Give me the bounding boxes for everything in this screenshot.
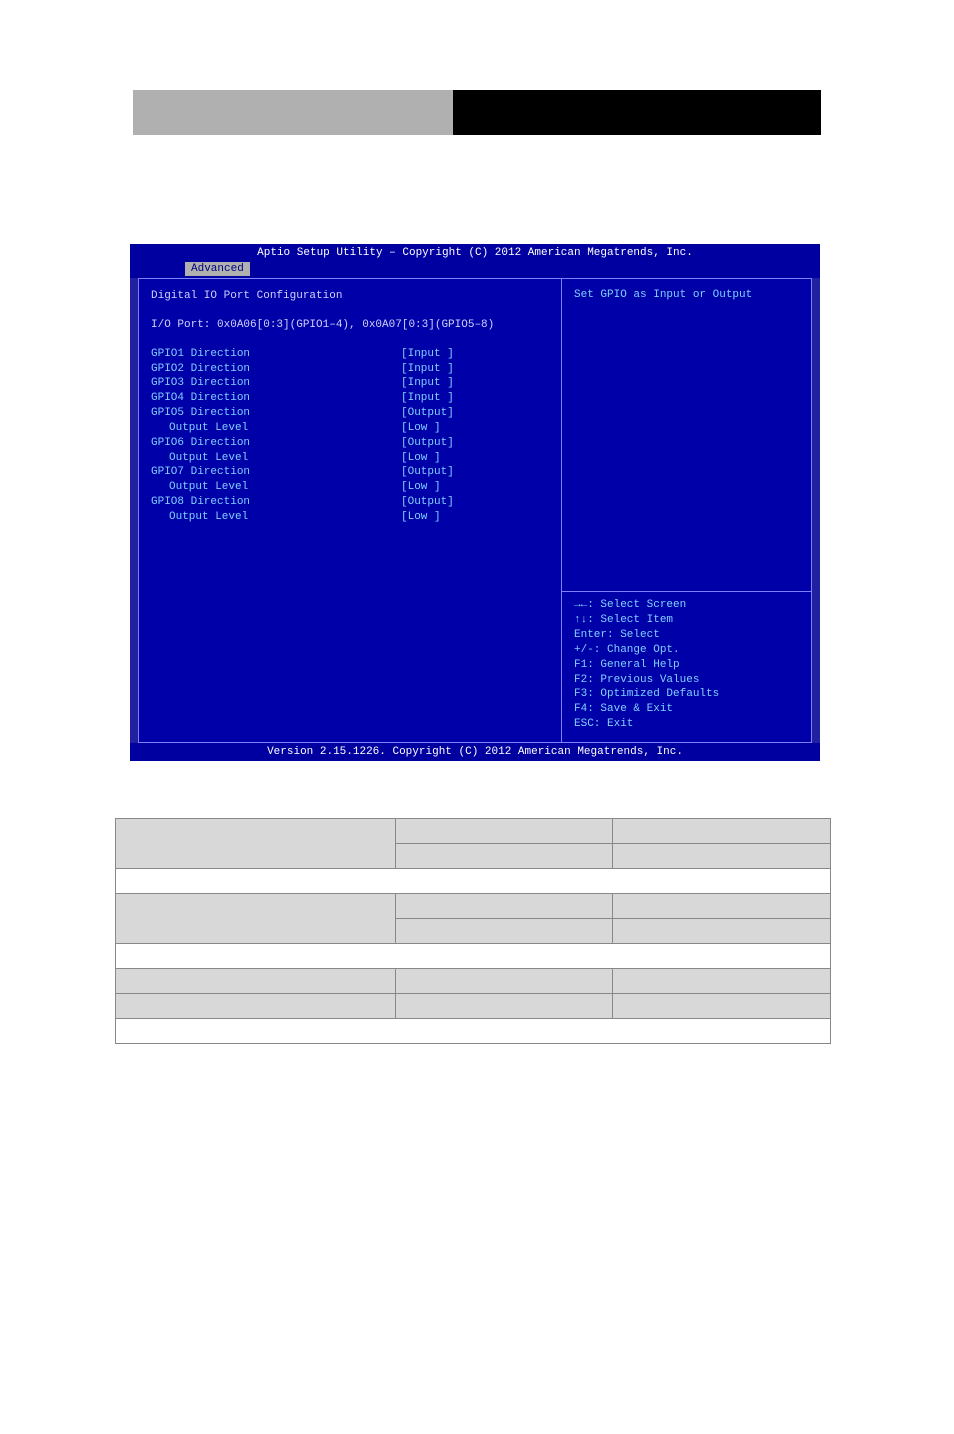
table-cell (613, 994, 831, 1019)
table-cell (116, 1019, 831, 1044)
table-cell (116, 944, 831, 969)
gpio-value[interactable]: [Low ] (401, 510, 441, 525)
table-row (116, 944, 831, 969)
gpio-row[interactable]: GPIO3 Direction[Input ] (151, 376, 549, 391)
help-divider (562, 591, 811, 592)
gpio-row[interactable]: GPIO5 Direction[Output] (151, 406, 549, 421)
bios-tab-row: Advanced (130, 262, 820, 278)
gpio-row[interactable]: Output Level[Low ] (151, 510, 549, 525)
gpio-row[interactable]: GPIO6 Direction[Output] (151, 436, 549, 451)
nav-help-line: +/-: Change Opt. (574, 643, 799, 658)
table-row (116, 994, 831, 1019)
nav-help-line: F2: Previous Values (574, 673, 799, 688)
gpio-label: GPIO5 Direction (151, 406, 401, 421)
bios-title-bar: Aptio Setup Utility – Copyright (C) 2012… (130, 244, 820, 262)
table-cell (613, 919, 831, 944)
gpio-label: Output Level (151, 510, 401, 525)
table-cell (395, 969, 613, 994)
nav-help-line: ESC: Exit (574, 717, 799, 732)
bios-left-panel: Digital IO Port Configuration I/O Port: … (138, 278, 562, 743)
table-row (116, 1019, 831, 1044)
nav-help-line: F3: Optimized Defaults (574, 687, 799, 702)
table-cell (395, 819, 613, 844)
table-cell (116, 969, 396, 994)
gpio-value[interactable]: [Input ] (401, 376, 454, 391)
gpio-row[interactable]: GPIO2 Direction[Input ] (151, 362, 549, 377)
table-cell (116, 819, 396, 869)
gpio-label: GPIO2 Direction (151, 362, 401, 377)
header-black-block (453, 90, 821, 135)
table-cell (116, 869, 831, 894)
gpio-row[interactable]: Output Level[Low ] (151, 421, 549, 436)
gpio-label: GPIO4 Direction (151, 391, 401, 406)
gpio-rows: GPIO1 Direction[Input ]GPIO2 Direction[I… (151, 347, 549, 525)
table-cell (395, 844, 613, 869)
table-cell (395, 919, 613, 944)
header-bar (133, 90, 821, 135)
options-table (115, 818, 831, 1044)
gpio-value[interactable]: [Input ] (401, 362, 454, 377)
nav-help-line: F1: General Help (574, 658, 799, 673)
table-cell (613, 819, 831, 844)
gpio-value[interactable]: [Low ] (401, 451, 441, 466)
gpio-row[interactable]: Output Level[Low ] (151, 451, 549, 466)
gpio-row[interactable]: GPIO7 Direction[Output] (151, 465, 549, 480)
gpio-value[interactable]: [Input ] (401, 391, 454, 406)
nav-help: →←: Select Screen↑↓: Select ItemEnter: S… (574, 598, 799, 732)
gpio-label: GPIO6 Direction (151, 436, 401, 451)
table-row (116, 969, 831, 994)
nav-help-line: ↑↓: Select Item (574, 613, 799, 628)
gpio-label: Output Level (151, 480, 401, 495)
table-row (116, 869, 831, 894)
tab-advanced[interactable]: Advanced (185, 262, 250, 276)
gpio-value[interactable]: [Low ] (401, 480, 441, 495)
help-description: Set GPIO as Input or Output (574, 289, 799, 301)
bios-screenshot: Aptio Setup Utility – Copyright (C) 2012… (130, 244, 820, 759)
gpio-value[interactable]: [Input ] (401, 347, 454, 362)
gpio-label: GPIO7 Direction (151, 465, 401, 480)
gpio-label: Output Level (151, 421, 401, 436)
nav-help-line: F4: Save & Exit (574, 702, 799, 717)
table-cell (116, 894, 396, 944)
bios-footer: Version 2.15.1226. Copyright (C) 2012 Am… (130, 743, 820, 761)
gpio-value[interactable]: [Low ] (401, 421, 441, 436)
nav-help-line: →←: Select Screen (574, 598, 799, 613)
gpio-label: GPIO1 Direction (151, 347, 401, 362)
gpio-row[interactable]: Output Level[Low ] (151, 480, 549, 495)
bios-body: Digital IO Port Configuration I/O Port: … (130, 278, 820, 743)
gpio-value[interactable]: [Output] (401, 465, 454, 480)
ioport-line: I/O Port: 0x0A06[0:3](GPIO1–4), 0x0A07[0… (151, 318, 549, 333)
gpio-value[interactable]: [Output] (401, 495, 454, 510)
nav-help-line: Enter: Select (574, 628, 799, 643)
gpio-label: Output Level (151, 451, 401, 466)
bios-right-panel: Set GPIO as Input or Output →←: Select S… (562, 278, 812, 743)
table-row (116, 894, 831, 919)
table-cell (613, 969, 831, 994)
table-cell (395, 894, 613, 919)
gpio-label: GPIO3 Direction (151, 376, 401, 391)
dio-heading: Digital IO Port Configuration (151, 289, 549, 304)
table-row (116, 819, 831, 844)
gpio-label: GPIO8 Direction (151, 495, 401, 510)
table-cell (613, 894, 831, 919)
gpio-row[interactable]: GPIO1 Direction[Input ] (151, 347, 549, 362)
gpio-value[interactable]: [Output] (401, 436, 454, 451)
gpio-row[interactable]: GPIO8 Direction[Output] (151, 495, 549, 510)
table-cell (116, 994, 396, 1019)
gpio-row[interactable]: GPIO4 Direction[Input ] (151, 391, 549, 406)
table-cell (395, 994, 613, 1019)
gpio-value[interactable]: [Output] (401, 406, 454, 421)
header-gray-block (133, 90, 453, 135)
table-cell (613, 844, 831, 869)
